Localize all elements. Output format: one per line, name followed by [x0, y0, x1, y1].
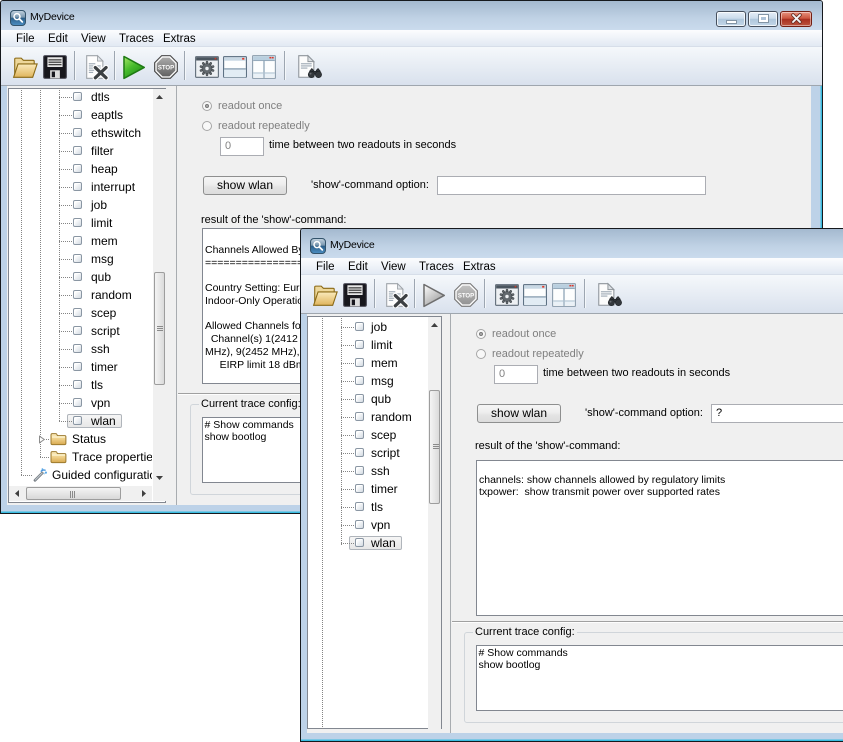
svg-text:STOP: STOP — [458, 293, 474, 299]
svg-text:STOP: STOP — [158, 65, 174, 71]
